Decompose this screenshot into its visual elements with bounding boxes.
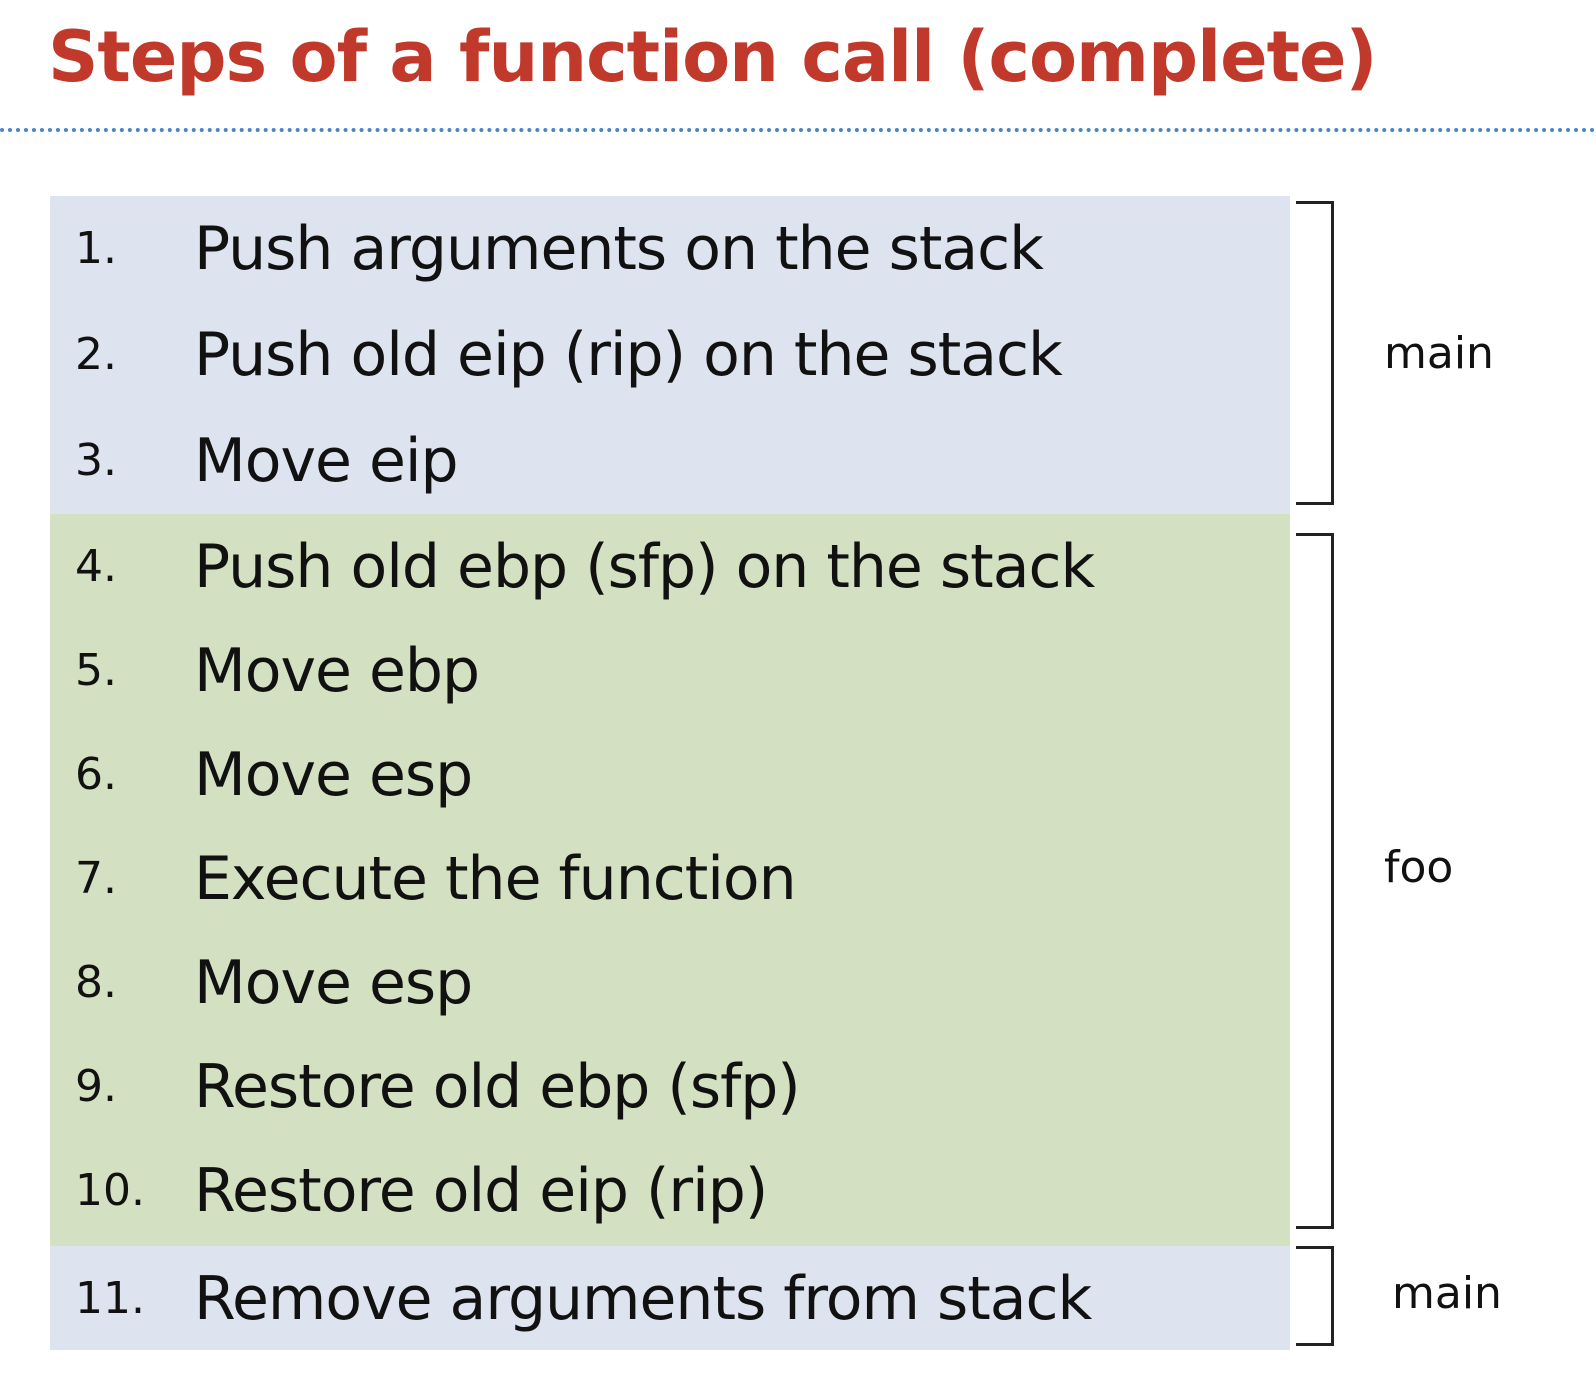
step-8: 8. Move esp bbox=[50, 930, 1290, 1036]
step-text: Execute the function bbox=[194, 844, 797, 914]
step-number: 8. bbox=[75, 957, 117, 1008]
step-number: 4. bbox=[75, 541, 117, 592]
step-text: Push old eip (rip) on the stack bbox=[194, 320, 1063, 390]
step-1: 1. Push arguments on the stack bbox=[50, 196, 1290, 302]
main-steps-group: 1. Push arguments on the stack 2. Push o… bbox=[50, 196, 1290, 514]
step-number: 3. bbox=[75, 435, 117, 486]
step-number: 10. bbox=[75, 1165, 145, 1216]
step-2: 2. Push old eip (rip) on the stack bbox=[50, 302, 1290, 408]
main-bracket bbox=[1296, 201, 1334, 505]
step-text: Push old ebp (sfp) on the stack bbox=[194, 532, 1095, 602]
steps-list: 1. Push arguments on the stack 2. Push o… bbox=[50, 196, 1290, 1350]
main-return-label: main bbox=[1392, 1268, 1502, 1319]
step-number: 11. bbox=[75, 1273, 145, 1324]
step-text: Remove arguments from stack bbox=[194, 1264, 1092, 1334]
step-4: 4. Push old ebp (sfp) on the stack bbox=[50, 514, 1290, 620]
step-10: 10. Restore old eip (rip) bbox=[50, 1138, 1290, 1244]
step-text: Move esp bbox=[194, 740, 473, 810]
step-6: 6. Move esp bbox=[50, 722, 1290, 828]
step-text: Push arguments on the stack bbox=[194, 214, 1044, 284]
step-number: 5. bbox=[75, 645, 117, 696]
main-return-group: 11. Remove arguments from stack bbox=[50, 1246, 1290, 1350]
page-title: Steps of a function call (complete) bbox=[48, 16, 1377, 98]
dotted-divider bbox=[0, 128, 1596, 132]
step-11: 11. Remove arguments from stack bbox=[50, 1246, 1290, 1350]
step-7: 7. Execute the function bbox=[50, 826, 1290, 932]
main-label: main bbox=[1384, 328, 1494, 379]
step-text: Move ebp bbox=[194, 636, 480, 706]
step-9: 9. Restore old ebp (sfp) bbox=[50, 1034, 1290, 1140]
step-number: 2. bbox=[75, 329, 117, 380]
step-text: Move esp bbox=[194, 948, 473, 1018]
foo-steps-group: 4. Push old ebp (sfp) on the stack 5. Mo… bbox=[50, 514, 1290, 1246]
step-number: 9. bbox=[75, 1061, 117, 1112]
step-text: Move eip bbox=[194, 426, 459, 496]
main-return-bracket bbox=[1296, 1246, 1334, 1346]
foo-bracket bbox=[1296, 533, 1334, 1229]
step-number: 1. bbox=[75, 223, 117, 274]
step-5: 5. Move ebp bbox=[50, 618, 1290, 724]
step-text: Restore old eip (rip) bbox=[194, 1156, 768, 1226]
step-number: 6. bbox=[75, 749, 117, 800]
foo-label: foo bbox=[1384, 842, 1454, 893]
step-3: 3. Move eip bbox=[50, 408, 1290, 514]
step-text: Restore old ebp (sfp) bbox=[194, 1052, 801, 1122]
step-number: 7. bbox=[75, 853, 117, 904]
